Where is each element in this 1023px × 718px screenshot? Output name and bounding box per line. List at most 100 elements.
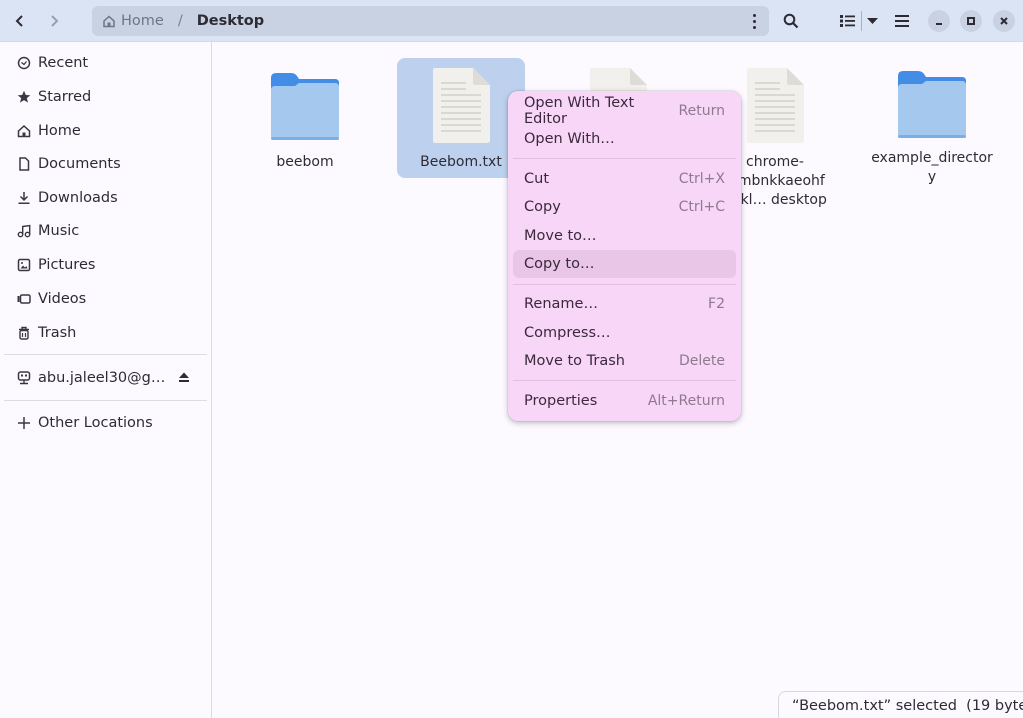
eject-button[interactable] bbox=[178, 371, 190, 387]
dot bbox=[752, 19, 756, 23]
path-separator: / bbox=[177, 13, 183, 29]
sidebar-item-starred[interactable]: Starred bbox=[0, 82, 212, 112]
view-toggle-button[interactable] bbox=[838, 8, 856, 34]
menu-separator bbox=[513, 380, 736, 381]
file-item-beebom-folder[interactable]: beebom bbox=[241, 58, 369, 178]
menu-item-copy[interactable]: Copy Ctrl+C bbox=[513, 193, 736, 221]
picture-icon bbox=[17, 258, 31, 272]
path-bar[interactable]: Home / Desktop bbox=[92, 6, 769, 36]
menu-item-label: Compress… bbox=[524, 325, 611, 341]
sidebar-item-documents[interactable]: Documents bbox=[0, 149, 212, 179]
menu-item-label: Open With Text Editor bbox=[524, 95, 635, 127]
menu-item-accel: Ctrl+X bbox=[678, 171, 725, 187]
home-icon bbox=[17, 124, 31, 138]
menu-item-properties[interactable]: Properties Alt+Return bbox=[513, 387, 736, 415]
sidebar-item-videos[interactable]: Videos bbox=[0, 284, 212, 314]
close-button[interactable] bbox=[993, 10, 1015, 32]
menu-item-accel: Ctrl+C bbox=[678, 199, 725, 215]
sidebar-item-other-locations[interactable]: Other Locations bbox=[0, 408, 212, 438]
menu-item-label: Move to… bbox=[524, 228, 597, 244]
network-drive-icon bbox=[17, 371, 31, 385]
download-icon bbox=[17, 191, 31, 205]
chevron-right-icon bbox=[51, 15, 59, 27]
menu-item-label: Properties bbox=[524, 393, 598, 409]
minimize-icon bbox=[936, 23, 942, 25]
sidebar-item-label: Documents bbox=[38, 156, 121, 172]
sidebar-item-network-drive[interactable]: abu.jaleel30@g… bbox=[0, 363, 212, 393]
menu-item-accel: Return bbox=[678, 103, 725, 119]
sidebar-item-label: Videos bbox=[38, 291, 87, 307]
status-text: “Beebom.txt” selected (19 bytes) bbox=[792, 698, 1023, 714]
close-icon bbox=[1000, 17, 1008, 25]
menu-item-open-with-text-editor[interactable]: Open With Text Editor Return bbox=[513, 95, 736, 127]
menu-item-accel: Delete bbox=[679, 353, 725, 369]
caret-down-icon bbox=[866, 17, 878, 24]
path-home-button[interactable]: Home bbox=[102, 13, 164, 29]
menu-item-open-with[interactable]: Open With… bbox=[513, 125, 736, 153]
menu-item-label: Open With… bbox=[524, 131, 615, 147]
sidebar: Recent Starred Home Documents Downloads … bbox=[0, 42, 212, 718]
file-name: Beebom.txt bbox=[420, 154, 502, 170]
forward-button[interactable] bbox=[41, 8, 67, 34]
sidebar-item-label: Trash bbox=[38, 325, 77, 341]
chevron-left-icon bbox=[15, 15, 23, 27]
dot bbox=[752, 13, 756, 17]
sidebar-item-label: Recent bbox=[38, 55, 89, 71]
sidebar-divider bbox=[4, 354, 207, 355]
menu-item-cut[interactable]: Cut Ctrl+X bbox=[513, 165, 736, 193]
menu-separator bbox=[513, 284, 736, 285]
star-icon bbox=[17, 90, 31, 104]
menu-item-move-to-trash[interactable]: Move to Trash Delete bbox=[513, 347, 736, 375]
view-options-dropdown[interactable] bbox=[864, 8, 880, 34]
plus-icon bbox=[17, 416, 31, 430]
menu-item-compress[interactable]: Compress… bbox=[513, 319, 736, 347]
sidebar-item-label: Home bbox=[38, 123, 81, 139]
sidebar-item-downloads[interactable]: Downloads bbox=[0, 183, 212, 213]
path-home-label: Home bbox=[121, 13, 164, 29]
menu-item-label: Cut bbox=[524, 171, 549, 187]
path-current-label[interactable]: Desktop bbox=[197, 13, 264, 29]
sidebar-item-label: Music bbox=[38, 223, 80, 239]
menu-item-copy-to[interactable]: Copy to… bbox=[513, 250, 736, 278]
sidebar-item-home[interactable]: Home bbox=[0, 116, 212, 146]
menu-separator bbox=[513, 158, 736, 159]
music-icon bbox=[17, 224, 31, 238]
main-menu-button[interactable] bbox=[893, 8, 911, 34]
hamburger-menu-icon bbox=[895, 15, 909, 27]
menu-item-label: Copy bbox=[524, 199, 561, 215]
maximize-button[interactable] bbox=[960, 10, 982, 32]
list-view-icon bbox=[839, 15, 855, 27]
dot bbox=[752, 25, 756, 29]
home-icon bbox=[103, 15, 115, 28]
toolbar-divider bbox=[861, 11, 862, 31]
search-icon bbox=[783, 13, 799, 29]
sidebar-item-label: Pictures bbox=[38, 257, 96, 273]
text-file-icon bbox=[425, 68, 497, 144]
sidebar-item-label: Downloads bbox=[38, 190, 118, 206]
maximize-icon bbox=[967, 17, 975, 25]
sidebar-item-recent[interactable]: Recent bbox=[0, 48, 212, 78]
menu-item-move-to[interactable]: Move to… bbox=[513, 222, 736, 250]
menu-item-label: Copy to… bbox=[524, 256, 595, 272]
search-button[interactable] bbox=[780, 8, 802, 34]
menu-item-label: Move to Trash bbox=[524, 353, 625, 369]
sidebar-item-trash[interactable]: Trash bbox=[0, 318, 212, 348]
file-item-example-directory[interactable]: example_director y bbox=[868, 58, 996, 185]
sidebar-item-pictures[interactable]: Pictures bbox=[0, 250, 212, 280]
header-bar: Home / Desktop bbox=[0, 0, 1023, 42]
minimize-button[interactable] bbox=[928, 10, 950, 32]
text-file-icon bbox=[739, 68, 811, 144]
document-icon bbox=[17, 157, 31, 171]
folder-icon bbox=[896, 68, 968, 140]
sidebar-item-music[interactable]: Music bbox=[0, 216, 212, 246]
eject-icon bbox=[179, 372, 189, 382]
file-name: example_director y bbox=[871, 150, 993, 185]
sidebar-item-label: abu.jaleel30@g… bbox=[38, 370, 166, 386]
file-item-beebom-txt[interactable]: Beebom.txt bbox=[397, 58, 525, 178]
clock-icon bbox=[17, 56, 31, 70]
sidebar-divider bbox=[4, 400, 207, 401]
menu-item-rename[interactable]: Rename… F2 bbox=[513, 290, 736, 318]
menu-item-accel: F2 bbox=[708, 296, 725, 312]
back-button[interactable] bbox=[7, 8, 33, 34]
path-menu-button[interactable] bbox=[749, 11, 759, 31]
